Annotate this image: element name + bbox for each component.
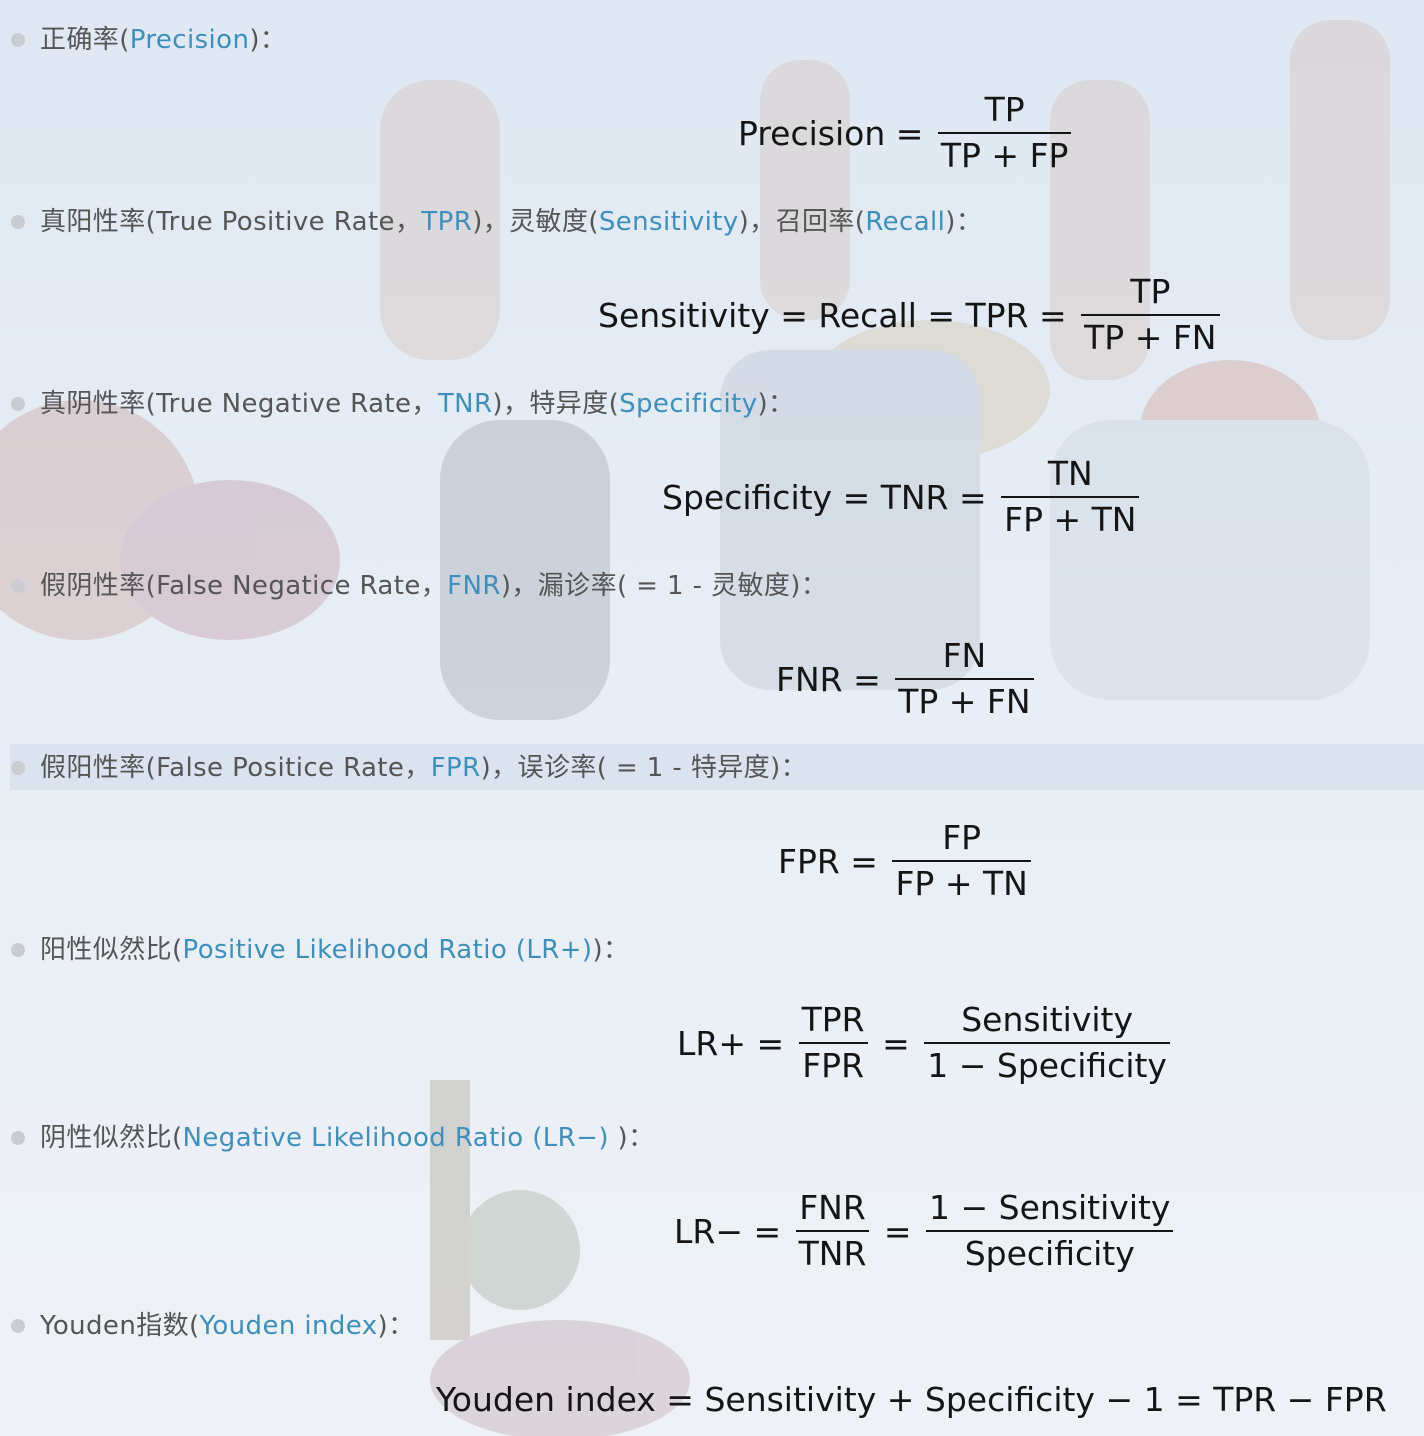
formula-fpr: FPR = FP FP + TN: [778, 816, 1035, 906]
fraction: TPR FPR: [798, 998, 868, 1088]
label-text: )：: [249, 25, 287, 55]
formula-sensitivity: Sensitivity = Recall = TPR = TP TP + FN: [598, 270, 1224, 360]
label-text: 阴性似然比(: [40, 1123, 183, 1153]
fraction: FP FP + TN: [892, 816, 1031, 906]
fraction-numerator: TN: [1047, 454, 1093, 493]
term-link[interactable]: Sensitivity: [599, 207, 739, 237]
formula-text: Sensitivity = Recall = TPR =: [598, 295, 1078, 335]
label-text: )，特异度(: [492, 389, 620, 419]
bullet-icon: [11, 579, 25, 593]
bullet-icon: [11, 1319, 25, 1333]
fraction-numerator: FN: [942, 636, 987, 675]
formula-lr-positive: LR+ = TPR FPR = Sensitivity 1 − Specificit…: [677, 998, 1174, 1088]
bullet-icon: [11, 215, 25, 229]
fraction-denominator: FP + TN: [1004, 500, 1137, 539]
label-text: 真阴性率(True Negative Rate，: [40, 389, 438, 419]
content: 正确率(Precision)： Precision = TP TP + FP 真阳…: [0, 0, 1424, 1436]
term-link[interactable]: FNR: [447, 571, 501, 601]
formula-lr-negative: LR− = FNR TNR = 1 − Sensitivity Specificit…: [674, 1186, 1177, 1276]
label-text: )：: [945, 207, 983, 237]
fraction-denominator: TP + FP: [940, 136, 1069, 175]
label-text: 真阳性率(True Positive Rate，: [40, 207, 422, 237]
formula-text: Specificity = TNR =: [662, 477, 998, 517]
item-label: 假阳性率(False Positice Rate，FPR)，误诊率( = 1 -…: [40, 745, 807, 791]
item-label: 假阴性率(False Negatice Rate，FNR)，漏诊率( = 1 -…: [40, 563, 827, 609]
fraction-denominator: FP + TN: [895, 864, 1028, 903]
fraction-numerator: Sensitivity: [961, 1000, 1133, 1039]
term-link[interactable]: Negative Likelihood Ratio (LR−): [183, 1123, 618, 1153]
fraction-denominator: TP + FN: [898, 682, 1031, 721]
formula-text: =: [871, 1023, 921, 1063]
item-label: 真阳性率(True Positive Rate，TPR)，灵敏度(Sensiti…: [40, 199, 982, 245]
fraction-numerator: TP: [1130, 272, 1171, 311]
item-label: 真阴性率(True Negative Rate，TNR)，特异度(Specifi…: [40, 381, 794, 427]
label-text: 阳性似然比(: [40, 935, 183, 965]
fraction: TN FP + TN: [1001, 452, 1140, 542]
formula-youden: Youden index = Sensitivity + Specificity…: [436, 1380, 1387, 1419]
fraction-denominator: FPR: [802, 1046, 865, 1085]
item-label: 正确率(Precision)：: [40, 17, 286, 63]
fraction-numerator: FP: [942, 818, 982, 857]
term-link[interactable]: Youden index: [200, 1311, 378, 1341]
label-text: )，灵敏度(: [472, 207, 599, 237]
formula-text: Youden index = Sensitivity + Specificity…: [436, 1380, 1387, 1419]
bullet-icon: [11, 943, 25, 957]
formula-text: LR+ =: [677, 1023, 795, 1063]
label-text: )：: [757, 389, 795, 419]
fraction-numerator: TP: [984, 90, 1025, 129]
fraction-denominator: TNR: [798, 1234, 867, 1273]
term-link[interactable]: TPR: [421, 207, 472, 237]
formula-specificity: Specificity = TNR = TN FP + TN: [662, 452, 1143, 542]
term-link[interactable]: Positive Likelihood Ratio (LR+): [183, 935, 593, 965]
label-text: )：: [377, 1311, 415, 1341]
fraction-denominator: TP + FN: [1084, 318, 1217, 357]
bullet-icon: [11, 1131, 25, 1145]
item-label: 阴性似然比(Negative Likelihood Ratio (LR−) )：: [40, 1115, 655, 1161]
fraction: TP TP + FP: [937, 88, 1072, 178]
label-text: 假阳性率(False Positice Rate，: [40, 753, 431, 783]
label-text: 正确率(: [40, 25, 130, 55]
fraction-denominator: Specificity: [964, 1234, 1135, 1273]
formula-fnr: FNR = FN TP + FN: [776, 634, 1038, 724]
item-label: 阳性似然比(Positive Likelihood Ratio (LR+))：: [40, 927, 629, 973]
fraction: Sensitivity 1 − Specificity: [924, 998, 1170, 1088]
fraction: 1 − Sensitivity Specificity: [926, 1186, 1174, 1276]
formula-text: =: [873, 1211, 923, 1251]
formula-precision: Precision = TP TP + FP: [738, 88, 1075, 178]
formula-text: LR− =: [674, 1211, 792, 1251]
bullet-icon: [11, 397, 25, 411]
label-text: )，召回率(: [738, 207, 866, 237]
label-text: )：: [617, 1123, 655, 1153]
bullet-icon: [11, 761, 25, 775]
fraction-numerator: FNR: [799, 1188, 866, 1227]
term-link[interactable]: FPR: [431, 753, 481, 783]
label-text: Youden指数(: [40, 1311, 200, 1341]
formula-text: FPR =: [778, 841, 889, 881]
term-link[interactable]: Recall: [865, 207, 945, 237]
fraction-numerator: 1 − Sensitivity: [929, 1188, 1171, 1227]
item-label: Youden指数(Youden index)：: [40, 1303, 415, 1349]
fraction: FNR TNR: [795, 1186, 870, 1276]
formula-text: Precision =: [738, 113, 934, 153]
fraction: FN TP + FN: [895, 634, 1034, 724]
term-link[interactable]: Precision: [130, 25, 250, 55]
fraction: TP TP + FN: [1081, 270, 1220, 360]
formula-text: FNR =: [776, 659, 892, 699]
label-text: )：: [592, 935, 630, 965]
bullet-icon: [11, 33, 25, 47]
term-link[interactable]: Specificity: [619, 389, 757, 419]
fraction-denominator: 1 − Specificity: [927, 1046, 1167, 1085]
label-text: )，误诊率( = 1 - 特异度)：: [480, 753, 808, 783]
label-text: )，漏诊率( = 1 - 灵敏度)：: [500, 571, 828, 601]
label-text: 假阴性率(False Negatice Rate，: [40, 571, 448, 601]
fraction-numerator: TPR: [801, 1000, 865, 1039]
term-link[interactable]: TNR: [438, 389, 493, 419]
